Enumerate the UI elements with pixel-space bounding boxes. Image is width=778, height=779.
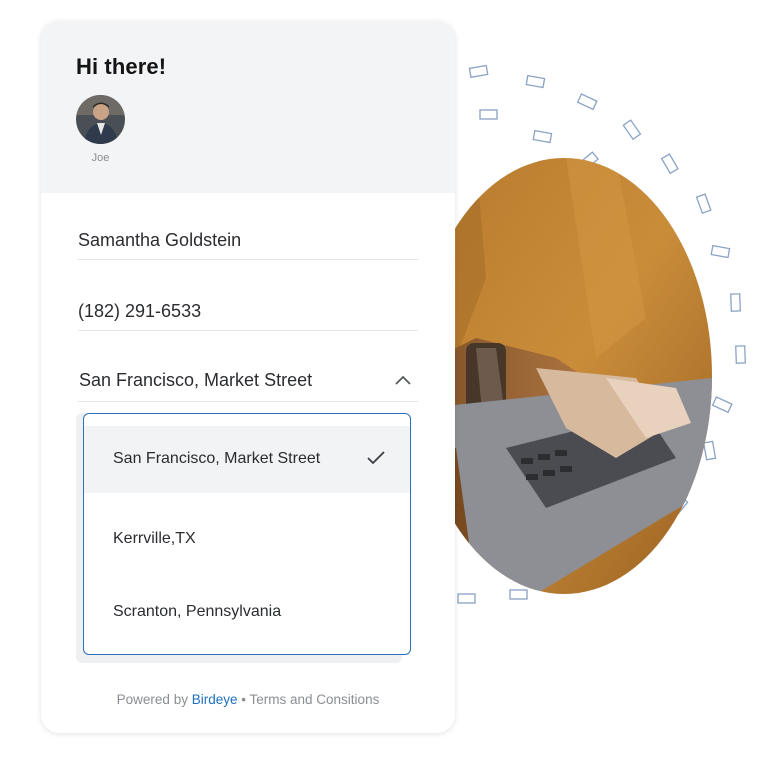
agent-name: Joe — [91, 152, 110, 164]
check-icon — [367, 451, 385, 465]
greeting-title: Hi there! — [76, 54, 167, 79]
avatar-photo — [76, 95, 125, 144]
dropdown-option-kerrville[interactable]: Kerrville,TX — [84, 510, 410, 570]
powered-by-text: Powered by — [116, 692, 188, 707]
location-dropdown-menu: San Francisco, Market Street Kerrville,T… — [83, 413, 411, 655]
birdeye-link[interactable]: Birdeye — [192, 692, 238, 707]
chat-widget: Hi there! Joe San Francisco, Market Stre… — [41, 21, 455, 733]
option-label: Kerrville,TX — [113, 530, 196, 547]
footer-separator: • — [241, 692, 246, 707]
option-label: San Francisco, Market Street — [113, 450, 321, 467]
laptop-photo — [416, 158, 712, 594]
phone-input[interactable] — [78, 292, 418, 331]
widget-header: Hi there! Joe — [41, 21, 455, 193]
dropdown-option-scranton[interactable]: Scranton, Pennsylvania — [84, 582, 410, 642]
agent-avatar — [76, 95, 125, 144]
location-select-value: San Francisco, Market Street — [79, 370, 313, 390]
location-select[interactable]: San Francisco, Market Street — [78, 363, 418, 402]
dropdown-option-san-francisco[interactable]: San Francisco, Market Street — [84, 426, 410, 493]
name-input[interactable] — [78, 221, 418, 260]
option-label: Scranton, Pennsylvania — [113, 603, 282, 620]
terms-link[interactable]: Terms and Consitions — [250, 692, 380, 707]
widget-footer: Powered by Birdeye • Terms and Consition… — [41, 692, 455, 707]
chevron-up-icon[interactable] — [394, 372, 412, 388]
